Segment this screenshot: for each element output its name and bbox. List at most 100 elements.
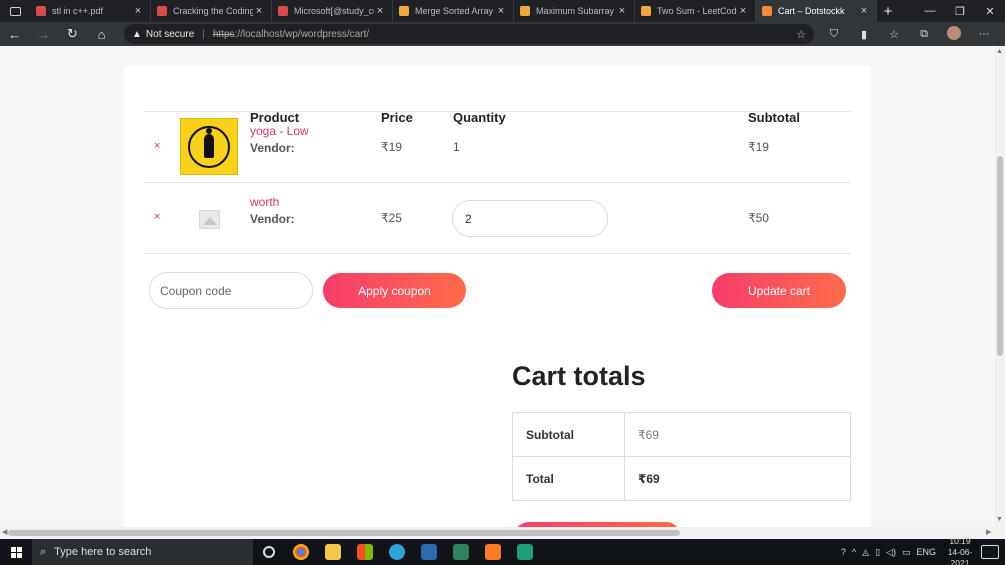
total-label: Total <box>526 472 554 486</box>
extension-icon[interactable]: ▮ <box>849 28 879 41</box>
browser-tab[interactable]: Maximum Subarray - × <box>514 0 635 22</box>
xampp-icon[interactable] <box>477 539 509 565</box>
favorite-star-icon[interactable]: ☆ <box>796 28 806 41</box>
help-icon[interactable]: ? <box>841 547 846 557</box>
remove-item-icon[interactable]: × <box>154 211 160 223</box>
item-quantity: 1 <box>453 140 460 154</box>
browser-tab[interactable]: Cracking the Coding × <box>151 0 272 22</box>
browser-tab[interactable]: Microsoft[@study_co × <box>272 0 393 22</box>
new-tab-icon[interactable]: + <box>877 3 899 20</box>
clock[interactable]: 10:19 14-06-2021 <box>939 536 981 565</box>
leetcode-icon <box>520 6 530 16</box>
header-quantity: Quantity <box>453 110 506 125</box>
scroll-up-icon[interactable]: ▲ <box>996 48 1003 55</box>
close-tab-icon[interactable]: × <box>737 5 749 17</box>
cart-totals-heading: Cart totals <box>512 361 646 391</box>
file-explorer-icon[interactable] <box>317 539 349 565</box>
terminal-icon[interactable] <box>509 539 541 565</box>
home-icon[interactable]: ⌂ <box>87 22 116 46</box>
close-window-icon[interactable]: ✕ <box>975 0 1005 22</box>
chevron-up-icon[interactable]: ^ <box>852 547 856 557</box>
close-tab-icon[interactable]: × <box>858 5 870 17</box>
notifications-icon[interactable] <box>981 545 999 559</box>
totals-row-total: Total ₹69 <box>513 457 850 501</box>
item-subtotal: ₹50 <box>748 211 769 225</box>
header-price: Price <box>381 110 413 125</box>
store-icon[interactable] <box>349 539 381 565</box>
minimize-icon[interactable]: — <box>915 0 945 22</box>
close-tab-icon[interactable]: × <box>495 5 507 17</box>
vertical-scrollbar[interactable]: ▲ ▼ <box>995 46 1005 527</box>
coupon-code-input[interactable]: Coupon code <box>149 272 313 309</box>
favorites-icon[interactable]: ☆ <box>879 28 909 41</box>
language-indicator[interactable]: ENG <box>916 547 936 557</box>
close-tab-icon[interactable]: × <box>616 5 628 17</box>
scroll-left-icon[interactable]: ◀ <box>2 528 7 536</box>
product-image[interactable] <box>180 118 238 175</box>
scroll-right-icon[interactable]: ▶ <box>986 528 991 536</box>
divider <box>144 182 851 183</box>
scroll-down-icon[interactable]: ▼ <box>996 516 1003 523</box>
separator: | <box>202 28 205 40</box>
site-icon <box>762 6 772 16</box>
windows-taskbar: ⌕ Type here to search ? ^ ◬ ▯ ◁) ▭ ENG 1… <box>0 536 1005 565</box>
cortana-icon[interactable] <box>253 539 285 565</box>
scrollbar-thumb[interactable] <box>997 156 1003 356</box>
totals-row-subtotal: Subtotal ₹69 <box>513 413 850 457</box>
close-tab-icon[interactable]: × <box>132 5 144 17</box>
clock-date: 14-06-2021 <box>947 546 973 565</box>
subtotal-label: Subtotal <box>526 428 574 442</box>
horizontal-scrollbar[interactable]: ◀ ▶ <box>0 527 1005 539</box>
yoga-logo-icon <box>188 125 230 168</box>
battery-icon[interactable]: ▭ <box>902 547 911 558</box>
microphone-icon[interactable]: ▯ <box>875 547 880 558</box>
volume-icon[interactable]: ◁) <box>886 547 896 558</box>
browser-tab[interactable]: stl in c++.pdf × <box>30 0 151 22</box>
profile-icon[interactable] <box>939 25 969 43</box>
vendor-label: Vendor: <box>250 212 295 226</box>
windows-start-icon[interactable] <box>0 539 32 565</box>
browser-tab-active[interactable]: Cart – Dotstockk × <box>756 0 877 22</box>
vendor-label: Vendor: <box>250 141 295 155</box>
browser-tab[interactable]: Two Sum - LeetCode × <box>635 0 756 22</box>
item-price: ₹19 <box>381 140 402 154</box>
back-icon[interactable]: ← <box>0 22 29 46</box>
leetcode-icon <box>399 6 409 16</box>
browser-tab[interactable]: Merge Sorted Array - × <box>393 0 514 22</box>
item-subtotal: ₹19 <box>748 140 769 154</box>
apply-coupon-button[interactable]: Apply coupon <box>323 273 466 308</box>
close-tab-icon[interactable]: × <box>253 5 265 17</box>
pdf-icon <box>157 6 167 16</box>
header-product: Product <box>250 110 300 125</box>
tab-actions-icon[interactable] <box>0 0 30 22</box>
browser-tab-bar: stl in c++.pdf × Cracking the Coding × M… <box>0 0 1005 22</box>
shield-icon[interactable]: ⛉ <box>819 28 849 41</box>
pdf-icon <box>36 6 46 16</box>
photos-icon[interactable] <box>413 539 445 565</box>
chrome-icon[interactable] <box>285 539 317 565</box>
forward-icon[interactable]: → <box>29 22 58 46</box>
update-cart-button[interactable]: Update cart <box>712 273 846 308</box>
search-icon: ⌕ <box>40 545 47 558</box>
product-name-link[interactable]: worth <box>250 195 279 209</box>
image-placeholder-icon[interactable] <box>199 210 220 229</box>
taskbar-search[interactable]: ⌕ Type here to search <box>32 539 253 565</box>
url-scheme: https <box>212 28 235 40</box>
quantity-input[interactable]: 2 <box>452 200 608 237</box>
more-menu-icon[interactable]: ··· <box>969 28 999 40</box>
remove-item-icon[interactable]: × <box>154 140 160 152</box>
collections-icon[interactable]: ⧉ <box>909 28 939 41</box>
refresh-icon[interactable]: ↻ <box>58 22 87 46</box>
close-tab-icon[interactable]: × <box>374 5 386 17</box>
restore-icon[interactable]: ❐ <box>945 0 975 22</box>
product-name-link[interactable]: yoga - Low <box>250 124 309 138</box>
app-icon[interactable] <box>445 539 477 565</box>
address-bar: ← → ↻ ⌂ ▲ Not secure | https://localhost… <box>0 22 1005 46</box>
scrollbar-thumb[interactable] <box>8 530 680 536</box>
url-field[interactable]: ▲ Not secure | https://localhost/wp/word… <box>124 24 814 44</box>
pdf-icon <box>278 6 288 16</box>
header-subtotal: Subtotal <box>748 110 800 125</box>
edge-icon[interactable] <box>381 539 413 565</box>
toolbar-buttons: ⛉ ▮ ☆ ⧉ ··· <box>819 22 999 46</box>
network-icon[interactable]: ◬ <box>862 547 869 558</box>
